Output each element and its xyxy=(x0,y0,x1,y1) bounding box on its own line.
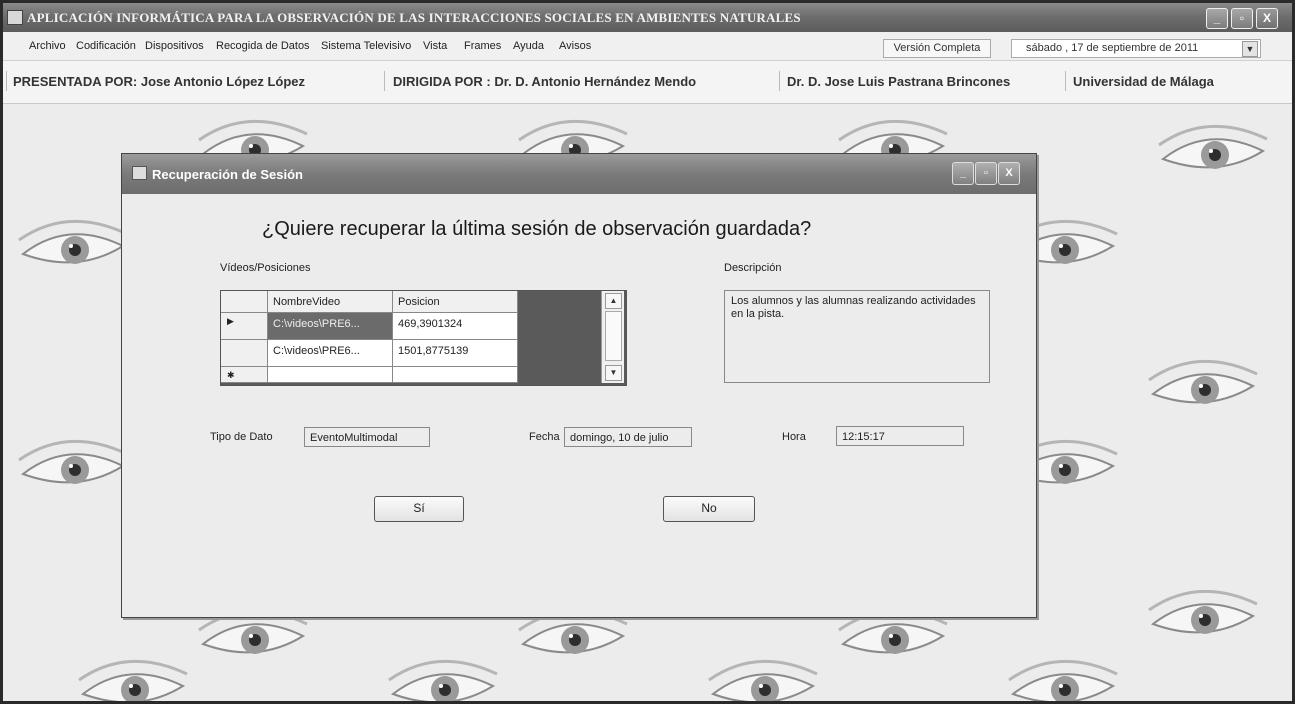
chevron-down-icon[interactable]: ▼ xyxy=(1242,41,1258,57)
column-header-nombrevideo[interactable]: NombreVideo xyxy=(268,291,393,313)
dialog-close-button[interactable]: X xyxy=(998,162,1020,185)
dialog-maximize-button[interactable]: ▫ xyxy=(975,162,997,185)
divider xyxy=(384,71,385,91)
credit-university: Universidad de Málaga xyxy=(1073,74,1214,89)
credit-directed-by: DIRIGIDA POR : Dr. D. Antonio Hernández … xyxy=(393,74,697,89)
grid-cell-video-name[interactable]: C:\videos\PRE6... xyxy=(268,313,393,340)
app-icon xyxy=(7,10,23,25)
dialog-minimize-button[interactable]: _ xyxy=(952,162,974,185)
menu-vista[interactable]: Vista xyxy=(423,40,447,52)
credit-co-director: Dr. D. Jose Luis Pastrana Brincones xyxy=(787,74,1011,89)
menu-ayuda[interactable]: Ayuda xyxy=(513,40,544,52)
menu-codificacion[interactable]: Codificación xyxy=(76,40,136,52)
menu-avisos[interactable]: Avisos xyxy=(559,40,591,52)
grid-cell-video-name[interactable] xyxy=(268,367,393,383)
scroll-thumb[interactable] xyxy=(605,311,622,361)
close-button[interactable]: X xyxy=(1256,8,1278,29)
time-field[interactable]: 12:15:17 xyxy=(836,426,964,446)
menu-sistema-televisivo[interactable]: Sistema Televisivo xyxy=(321,40,411,52)
menu-dispositivos[interactable]: Dispositivos xyxy=(145,40,204,52)
dialog-body: ¿Quiere recuperar la última sesión de ob… xyxy=(128,194,1028,610)
credits-bar: PRESENTADA POR: Jose Antonio López López… xyxy=(3,61,1292,104)
menu-recogida-datos[interactable]: Recogida de Datos xyxy=(216,40,310,52)
description-label: Descripción xyxy=(724,262,782,274)
minimize-button[interactable]: _ xyxy=(1206,8,1228,29)
date-field[interactable]: domingo, 10 de julio xyxy=(564,427,692,447)
divider xyxy=(779,71,780,91)
menu-archivo[interactable]: Archivo xyxy=(29,40,66,52)
grid-vertical-scrollbar[interactable]: ▲ ▼ xyxy=(601,291,624,383)
videos-label: Vídeos/Posiciones xyxy=(220,262,311,274)
date-picker-value: sábado , 17 de septiembre de 2011 xyxy=(1026,42,1199,54)
time-label: Hora xyxy=(782,431,806,443)
divider xyxy=(1065,71,1066,91)
grid-cell-position[interactable]: 469,3901324 xyxy=(393,313,518,340)
grid-cell-position[interactable]: 1501,8775139 xyxy=(393,340,518,367)
grid-cell-position[interactable] xyxy=(393,367,518,383)
dialog-icon xyxy=(132,166,147,180)
row-header-current[interactable]: ▶ xyxy=(221,313,268,340)
dialog-question: ¿Quiere recuperar la última sesión de ob… xyxy=(262,218,812,240)
data-type-field[interactable]: EventoMultimodal xyxy=(304,427,430,447)
credit-presented-by: PRESENTADA POR: Jose Antonio López López xyxy=(13,74,306,89)
no-button[interactable]: No xyxy=(663,496,755,522)
row-header[interactable] xyxy=(221,340,268,367)
app-title-bar: APLICACIÓN INFORMÁTICA PARA LA OBSERVACI… xyxy=(3,3,1292,32)
column-header-posicion[interactable]: Posicion xyxy=(393,291,518,313)
row-header-new[interactable]: ✱ xyxy=(221,367,268,383)
grid-cell-video-name[interactable]: C:\videos\PRE6... xyxy=(268,340,393,367)
recover-session-dialog: Recuperación de Sesión _ ▫ X ¿Quiere rec… xyxy=(121,153,1037,618)
app-title: APLICACIÓN INFORMÁTICA PARA LA OBSERVACI… xyxy=(27,10,801,25)
menu-frames[interactable]: Frames xyxy=(464,40,501,52)
date-picker[interactable]: sábado , 17 de septiembre de 2011 ▼ xyxy=(1011,39,1261,58)
date-label: Fecha xyxy=(529,431,560,443)
version-indicator: Versión Completa xyxy=(883,39,991,58)
videos-grid[interactable]: NombreVideo Posicion ▶ C:\videos\PRE6...… xyxy=(220,290,627,386)
maximize-button[interactable]: ▫ xyxy=(1231,8,1253,29)
dialog-title-bar: Recuperación de Sesión _ ▫ X xyxy=(122,154,1036,194)
scroll-up-icon[interactable]: ▲ xyxy=(605,293,622,309)
divider xyxy=(6,71,7,91)
dialog-title: Recuperación de Sesión xyxy=(152,167,303,182)
yes-button[interactable]: Sí xyxy=(374,496,464,522)
app-window: APLICACIÓN INFORMÁTICA PARA LA OBSERVACI… xyxy=(0,0,1295,704)
scroll-down-icon[interactable]: ▼ xyxy=(605,365,622,381)
data-type-label: Tipo de Dato xyxy=(210,431,273,443)
grid-corner-header xyxy=(221,291,268,313)
description-field[interactable]: Los alumnos y las alumnas realizando act… xyxy=(724,290,990,383)
